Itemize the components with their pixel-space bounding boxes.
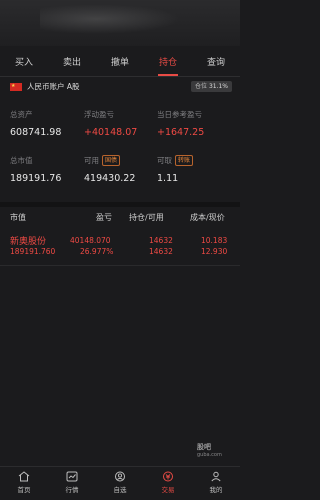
nav-market[interactable]: 行情 bbox=[48, 467, 96, 500]
holdings-table-header: 市值 盈亏 持仓/可用 成本/现价 bbox=[0, 208, 240, 226]
position-ratio-value: 31.1% bbox=[208, 83, 228, 90]
withdrawable-funds-value: 1.11 bbox=[157, 173, 179, 184]
position-ratio-badge: 仓位 31.1% bbox=[191, 81, 232, 92]
header-banner bbox=[0, 0, 240, 46]
nav-profile-label: 我的 bbox=[209, 486, 223, 494]
section-separator bbox=[0, 202, 240, 207]
stock-available: 14632 bbox=[149, 247, 173, 256]
nav-market-label: 行情 bbox=[65, 486, 79, 494]
nav-watchlist-label: 自选 bbox=[113, 486, 127, 494]
available-funds-value: 419430.22 bbox=[84, 173, 136, 184]
tab-divider bbox=[0, 76, 240, 77]
today-ref-pl-value: +1647.25 bbox=[157, 127, 205, 138]
nav-trade[interactable]: 交易 bbox=[144, 467, 192, 500]
header-pl: 盈亏 bbox=[96, 213, 112, 222]
stock-price: 12.930 bbox=[201, 247, 228, 256]
stock-pl-percent: 26.977% bbox=[80, 247, 114, 256]
stock-holding: 14632 bbox=[149, 236, 173, 245]
tab-holdings[interactable]: 持仓 bbox=[144, 52, 192, 76]
trade-tabs: 买入 卖出 撤单 持仓 查询 bbox=[0, 52, 240, 76]
total-assets-label: 总资产 bbox=[10, 110, 33, 119]
stock-cost: 10.183 bbox=[201, 236, 228, 245]
withdrawable-funds-label: 可取 转账 bbox=[157, 155, 194, 166]
nav-watchlist[interactable]: 自选 bbox=[96, 467, 144, 500]
banner-decoration bbox=[40, 4, 180, 34]
table-row[interactable]: 新奥股份 189191.760 40148.070 26.977% 14632 … bbox=[0, 232, 240, 262]
account-bar[interactable]: ★ 人民币账户 A股 仓位 31.1% bbox=[0, 80, 240, 96]
account-label: 人民币账户 A股 bbox=[27, 82, 80, 91]
tab-sell[interactable]: 卖出 bbox=[48, 52, 96, 76]
stock-name: 新奥股份 bbox=[10, 237, 47, 247]
watchlist-icon bbox=[115, 471, 125, 482]
treasury-bond-chip[interactable]: 国债 bbox=[102, 155, 121, 166]
withdrawable-funds: 可取 转账 1.11 bbox=[157, 155, 194, 184]
floating-pl-value: +40148.07 bbox=[84, 127, 138, 138]
nav-profile[interactable]: 我的 bbox=[192, 467, 240, 500]
chart-icon bbox=[66, 471, 78, 482]
user-icon bbox=[211, 471, 221, 482]
nav-home-label: 首页 bbox=[17, 486, 31, 494]
floating-pl-label: 浮动盈亏 bbox=[84, 110, 114, 119]
stock-market-value: 189191.760 bbox=[10, 247, 56, 256]
total-assets-value: 608741.98 bbox=[10, 127, 62, 138]
nav-home[interactable]: 首页 bbox=[0, 467, 48, 500]
tab-cancel-order[interactable]: 撤单 bbox=[96, 52, 144, 76]
home-icon bbox=[18, 471, 30, 482]
market-value-value: 189191.76 bbox=[10, 173, 62, 184]
nav-trade-label: 交易 bbox=[161, 486, 175, 494]
bottom-nav: 首页 行情 自选 交易 我的 bbox=[0, 466, 240, 500]
header-cost-price: 成本/现价 bbox=[190, 213, 225, 222]
header-market-value: 市值 bbox=[10, 213, 26, 222]
total-assets: 总资产 608741.98 bbox=[10, 109, 61, 138]
page-indicator bbox=[0, 190, 240, 205]
position-ratio-label: 仓位 bbox=[195, 83, 208, 90]
tab-query[interactable]: 查询 bbox=[192, 52, 240, 76]
tab-buy[interactable]: 买入 bbox=[0, 52, 48, 76]
today-ref-pl: 当日参考盈亏 +1647.25 bbox=[157, 109, 204, 138]
row-divider bbox=[0, 265, 240, 266]
floating-pl: 浮动盈亏 +40148.07 bbox=[84, 109, 137, 138]
transfer-chip[interactable]: 转账 bbox=[175, 155, 194, 166]
market-value-label: 总市值 bbox=[10, 156, 33, 165]
today-ref-pl-label: 当日参考盈亏 bbox=[157, 110, 202, 119]
trade-icon bbox=[163, 471, 173, 482]
header-position: 持仓/可用 bbox=[129, 213, 164, 222]
watermark-logo: 股吧 guba.com bbox=[197, 443, 222, 458]
available-funds: 可用 国债 419430.22 bbox=[84, 155, 135, 184]
stock-pl: 40148.070 bbox=[70, 236, 111, 245]
china-flag-icon: ★ bbox=[10, 83, 22, 91]
available-funds-label: 可用 国债 bbox=[84, 155, 135, 166]
market-value: 总市值 189191.76 bbox=[10, 155, 61, 184]
